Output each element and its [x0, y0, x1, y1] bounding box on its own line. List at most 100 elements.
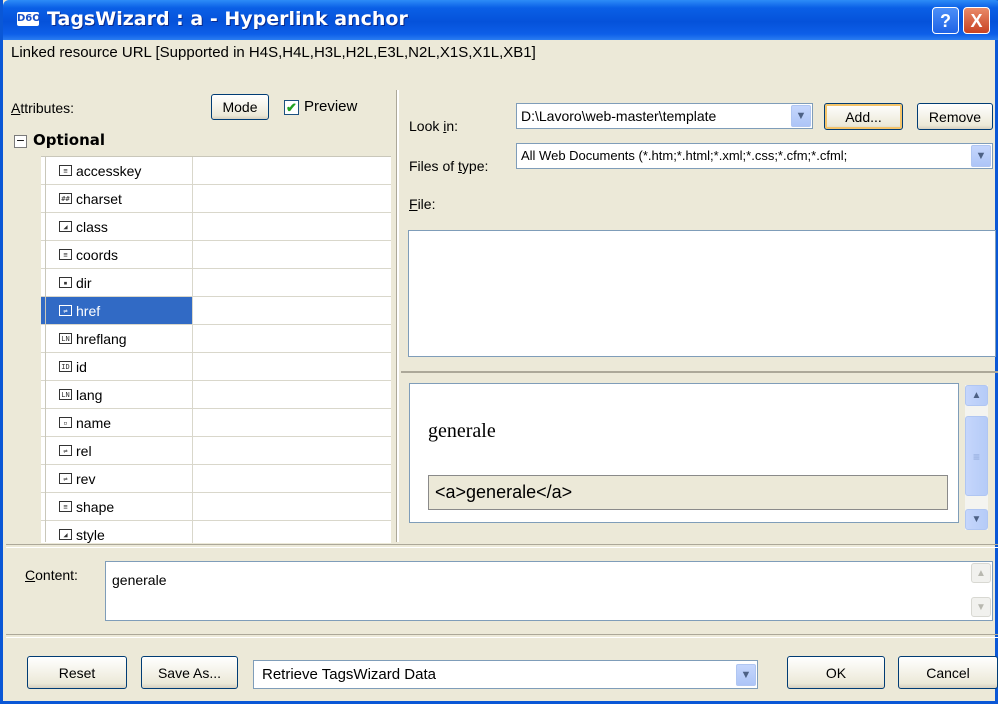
attribute-row-id[interactable]: ID id [41, 353, 391, 381]
collapse-icon[interactable]: − [14, 135, 27, 148]
attributes-label: Attributes: [11, 100, 74, 116]
ok-button[interactable]: OK [787, 656, 885, 689]
attribute-value-cell[interactable] [193, 241, 391, 268]
charset-icon: ## [59, 193, 72, 204]
attribute-name: href [76, 302, 101, 319]
attribute-row-shape[interactable]: ≡ shape [41, 493, 391, 521]
attribute-value-cell[interactable] [193, 213, 391, 240]
attribute-row-accesskey[interactable]: ≡ accesskey [41, 157, 391, 185]
reset-button[interactable]: Reset [27, 656, 127, 689]
attribute-name: rev [76, 470, 96, 487]
content-label-key: C [25, 567, 36, 583]
scroll-up-icon[interactable]: ▲ [971, 563, 991, 583]
attribute-value-cell[interactable] [193, 185, 391, 212]
attribute-name-cell[interactable]: ◢ class [41, 213, 193, 240]
attribute-value-cell[interactable] [193, 493, 391, 520]
file-label-text: ile: [417, 196, 436, 212]
attribute-value-cell[interactable] [193, 437, 391, 464]
attribute-name-cell[interactable]: ## charset [41, 185, 193, 212]
lang-icon: LN [59, 389, 72, 400]
attribute-row-lang[interactable]: LN lang [41, 381, 391, 409]
action-select[interactable]: Retrieve TagsWizard Data ▼ [253, 660, 758, 689]
save-as-button[interactable]: Save As... [141, 656, 238, 689]
remove-button[interactable]: Remove [917, 103, 993, 130]
look-in-label-pre: Look [409, 118, 444, 134]
attribute-value-cell[interactable] [193, 325, 391, 352]
files-of-type-label: Files of type: [409, 158, 488, 174]
attribute-value-cell[interactable] [193, 465, 391, 492]
attribute-row-rev[interactable]: ⇌ rev [41, 465, 391, 493]
attribute-value-cell[interactable] [193, 381, 391, 408]
url-icon: ⇌ [59, 445, 72, 456]
panel-splitter[interactable] [396, 90, 399, 542]
attribute-row-rel[interactable]: ⇌ rel [41, 437, 391, 465]
content-textarea[interactable]: generale [105, 561, 993, 621]
lang-icon: LN [59, 333, 72, 344]
preview-checkbox[interactable]: ✔ [284, 100, 299, 115]
content-value: generale [112, 572, 167, 588]
attribute-row-charset[interactable]: ## charset [41, 185, 391, 213]
attribute-value-cell[interactable] [193, 521, 391, 543]
attribute-row-coords[interactable]: ≡ coords [41, 241, 391, 269]
look-in-label-post: n: [446, 118, 459, 134]
attribute-value-cell[interactable] [193, 269, 391, 296]
files-of-type-value: All Web Documents (*.htm;*.html;*.xml;*.… [521, 148, 848, 163]
attribute-row-href[interactable]: ⇌ href [41, 297, 391, 325]
attribute-value-cell[interactable] [193, 157, 391, 184]
url-icon: ⇌ [59, 305, 72, 316]
look-in-value: D:\Lavoro\web-master\template [521, 108, 717, 124]
scroll-up-icon[interactable]: ▲ [965, 385, 988, 406]
tagswizard-dialog: D6O TagsWizard : a - Hyperlink anchor ? … [0, 0, 998, 704]
content-scrollbar[interactable]: ▲ ▼ [971, 563, 991, 619]
scroll-thumb[interactable]: ≡ [965, 416, 988, 496]
look-in-select[interactable]: D:\Lavoro\web-master\template ▼ [516, 103, 813, 129]
attribute-row-hreflang[interactable]: LN hreflang [41, 325, 391, 353]
scroll-down-icon[interactable]: ▼ [971, 597, 991, 617]
help-button[interactable]: ? [932, 7, 959, 34]
chevron-down-icon[interactable]: ▼ [736, 664, 756, 686]
title-bar[interactable]: D6O TagsWizard : a - Hyperlink anchor ? … [3, 0, 998, 40]
attribute-name-cell[interactable]: ◢ style [41, 521, 193, 543]
attribute-name-cell[interactable]: ≡ accesskey [41, 157, 193, 184]
attribute-name: dir [76, 274, 92, 291]
optional-group-header[interactable]: − Optional [14, 131, 105, 149]
attribute-row-dir[interactable]: ▪ dir [41, 269, 391, 297]
attribute-name-cell[interactable]: ⇌ rel [41, 437, 193, 464]
attribute-name-cell[interactable]: ⇌ href [41, 297, 193, 324]
attribute-name-cell[interactable]: LN hreflang [41, 325, 193, 352]
file-list[interactable] [408, 230, 996, 357]
attribute-name: rel [76, 442, 92, 459]
preview-checkbox-label: Preview [304, 98, 358, 115]
optional-group-label: Optional [33, 131, 106, 149]
attribute-name-cell[interactable]: LN lang [41, 381, 193, 408]
add-button[interactable]: Add... [824, 103, 903, 130]
files-of-type-select[interactable]: All Web Documents (*.htm;*.html;*.xml;*.… [516, 143, 993, 169]
attribute-name-cell[interactable]: ⇌ rev [41, 465, 193, 492]
scroll-down-icon[interactable]: ▼ [965, 509, 988, 530]
attribute-name-cell[interactable]: ▫ name [41, 409, 193, 436]
close-button[interactable]: X [963, 7, 990, 34]
attribute-name-cell[interactable]: ID id [41, 353, 193, 380]
mode-button[interactable]: Mode [211, 94, 269, 120]
attribute-name-cell[interactable]: ≡ shape [41, 493, 193, 520]
cancel-button[interactable]: Cancel [898, 656, 998, 689]
preview-scrollbar[interactable]: ▲ ≡ ▼ [965, 385, 988, 530]
attribute-value-cell[interactable] [193, 297, 391, 324]
preview-code: <a>generale</a> [428, 475, 948, 510]
attribute-row-class[interactable]: ◢ class [41, 213, 391, 241]
class-icon: ◢ [59, 221, 72, 232]
attribute-name-cell[interactable]: ≡ coords [41, 241, 193, 268]
attributes-grid: ≡ accesskey ## charset ◢ class ≡ coords ▪ dir ⇌ hre… [41, 156, 391, 543]
attribute-name-cell[interactable]: ▪ dir [41, 269, 193, 296]
look-in-label: Look in: [409, 118, 458, 134]
files-of-type-label-post: ype: [461, 158, 489, 174]
attribute-row-name[interactable]: ▫ name [41, 409, 391, 437]
window-title: TagsWizard : a - Hyperlink anchor [47, 8, 408, 30]
files-of-type-label-pre: Files of [409, 158, 459, 174]
attributes-label-key: A [11, 100, 21, 116]
attribute-row-style[interactable]: ◢ style [41, 521, 391, 543]
chevron-down-icon[interactable]: ▼ [791, 105, 811, 127]
attribute-value-cell[interactable] [193, 353, 391, 380]
attribute-value-cell[interactable] [193, 409, 391, 436]
chevron-down-icon[interactable]: ▼ [971, 145, 991, 167]
